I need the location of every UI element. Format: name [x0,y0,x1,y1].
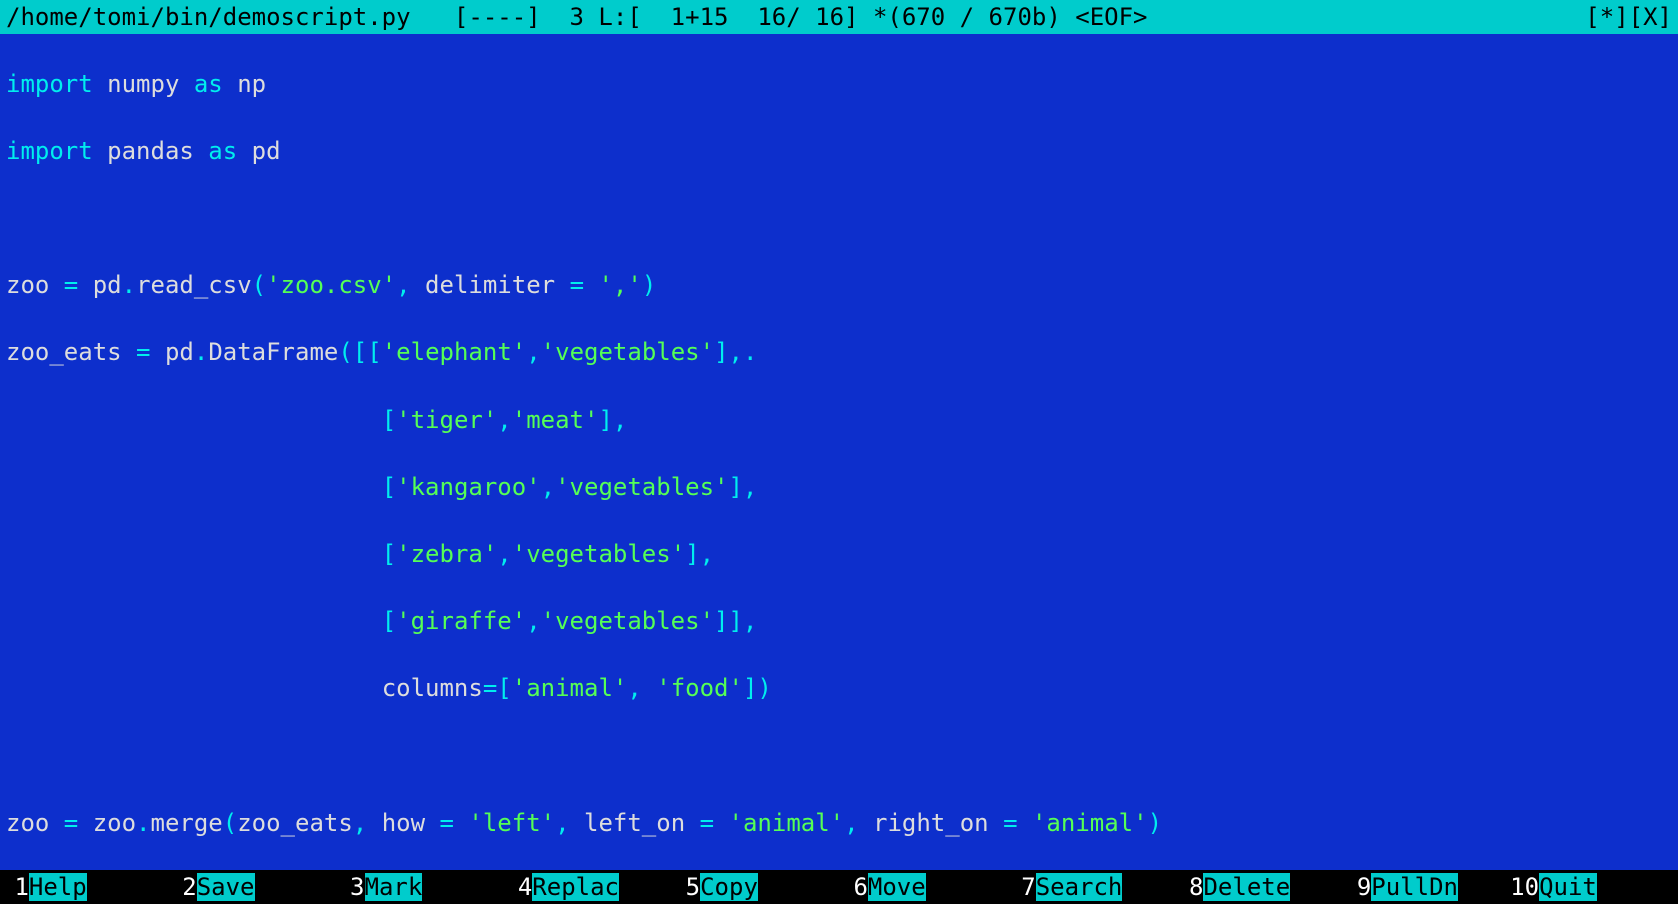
code-line: ['giraffe','vegetables']], [6,605,1672,639]
fkey-copy[interactable]: 5Copy [671,870,839,904]
code-line: zoo = zoo.merge(zoo_eats, how = 'left', … [6,807,1672,841]
file-path-status: /home/tomi/bin/demoscript.py [----] 3 L:… [6,0,1148,34]
fkey-mark[interactable]: 3Mark [336,870,504,904]
editor-area[interactable]: import numpy as np import pandas as pd z… [0,34,1678,870]
fkey-quit[interactable]: 10Quit [1510,870,1678,904]
code-line: columns=['animal', 'food']) [6,672,1672,706]
fkey-pulldown[interactable]: 9PullDn [1342,870,1510,904]
fkey-help[interactable]: 1Help [0,870,168,904]
code-line [6,202,1672,236]
fkey-move[interactable]: 6Move [839,870,1007,904]
fkey-replace[interactable]: 4Replac [503,870,671,904]
title-bar-right: [*][X] [1585,0,1672,34]
code-line: ['kangaroo','vegetables'], [6,471,1672,505]
function-key-bar: 1Help 2Save 3Mark 4Replac 5Copy 6Move 7S… [0,870,1678,904]
code-line [6,739,1672,773]
code-line: ['tiger','meat'], [6,404,1672,438]
fkey-save[interactable]: 2Save [168,870,336,904]
code-line: ['zebra','vegetables'], [6,538,1672,572]
fkey-delete[interactable]: 8Delete [1175,870,1343,904]
title-bar: /home/tomi/bin/demoscript.py [----] 3 L:… [0,0,1678,34]
fkey-search[interactable]: 7Search [1007,870,1175,904]
code-line: import pandas as pd [6,135,1672,169]
code-line: zoo = pd.read_csv('zoo.csv', delimiter =… [6,269,1672,303]
code-line: import numpy as np [6,68,1672,102]
code-line: zoo_eats = pd.DataFrame([['elephant','ve… [6,336,1672,370]
